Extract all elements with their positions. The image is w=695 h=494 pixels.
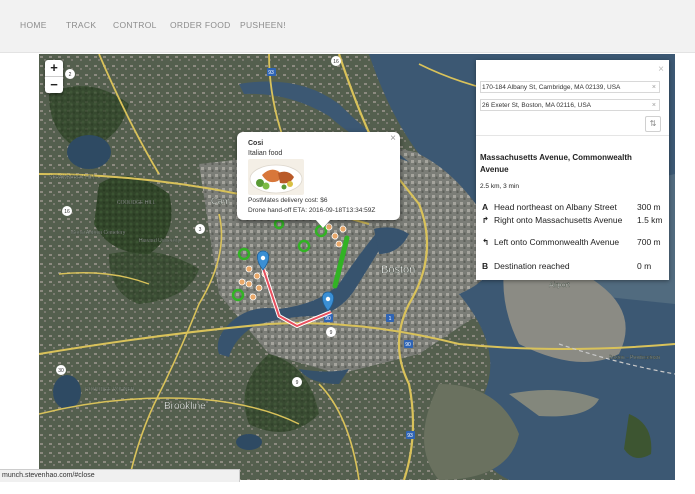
- svg-text:9: 9: [330, 330, 333, 336]
- destination-field[interactable]: 26 Exeter St, Boston, MA 02116, USA ×: [480, 99, 660, 111]
- directions-divider: [476, 135, 669, 136]
- step-text: Head northeast on Albany Street: [494, 202, 617, 212]
- step-distance: 0 m: [637, 261, 652, 271]
- status-bar-url: munch.stevenhao.com/#close: [0, 469, 240, 482]
- directions-close-icon[interactable]: ×: [658, 64, 664, 75]
- svg-text:3: 3: [199, 227, 202, 233]
- destination-value: 26 Exeter St, Boston, MA 02116, USA: [482, 102, 591, 109]
- step-distance: 700 m: [637, 237, 661, 247]
- popup-title: Cosi: [248, 140, 264, 147]
- step-end-icon: B: [482, 261, 489, 271]
- svg-text:30: 30: [58, 368, 64, 374]
- svg-text:16: 16: [64, 209, 70, 215]
- zoom-out-button[interactable]: −: [45, 76, 63, 93]
- step-text: Right onto Massachusetts Avenue: [494, 215, 623, 225]
- svg-text:93: 93: [407, 433, 413, 439]
- label-coolidge-corner: COOLIDGE CORNER: [85, 387, 135, 393]
- turn-left-icon: ↰: [482, 237, 490, 247]
- route-summary: 2.5 km, 3 min: [480, 183, 520, 190]
- drone-eta: Drone hand-off ETA: 2016-09-18T13:34:59Z: [248, 207, 376, 214]
- reverse-route-icon[interactable]: ⇅: [645, 116, 661, 132]
- label-cambridge: Cam: [211, 196, 230, 206]
- svg-text:90: 90: [405, 342, 411, 348]
- popup-subtitle: Italian food: [248, 150, 283, 157]
- nav-control[interactable]: CONTROL: [113, 20, 157, 30]
- step-distance: 1.5 km: [637, 215, 663, 225]
- svg-text:1: 1: [389, 316, 392, 322]
- label-brookline: Brookline: [164, 401, 206, 412]
- svg-text:90: 90: [325, 316, 331, 322]
- restaurant-popup: × Cosi Italian food PostMates delivery c…: [237, 132, 400, 220]
- zoom-in-button[interactable]: +: [45, 60, 63, 76]
- destination-clear-icon[interactable]: ×: [652, 100, 656, 112]
- origin-field[interactable]: 170-184 Albany St, Cambridge, MA 02139, …: [480, 81, 660, 93]
- svg-text:9: 9: [296, 380, 299, 386]
- label-provincetown: Boston – Provincetown: [609, 355, 660, 361]
- food-photo: [248, 159, 304, 195]
- svg-text:16: 16: [333, 59, 339, 65]
- route-title: Massachusetts Avenue, Commonwealth Avenu…: [480, 153, 632, 174]
- step-start-icon: A: [482, 202, 489, 212]
- nav-pusheen[interactable]: PUSHEEN!: [240, 20, 286, 30]
- label-boston: Boston: [381, 264, 415, 276]
- popup-pointer: [315, 219, 331, 228]
- delivery-cost: PostMates delivery cost: $6: [248, 197, 328, 204]
- svg-text:2: 2: [69, 72, 72, 78]
- nav-track[interactable]: TRACK: [66, 20, 96, 30]
- directions-panel: × 170-184 Albany St, Cambridge, MA 02139…: [476, 60, 669, 280]
- label-coolidge-hill: COOLIDGE HILL: [117, 200, 156, 206]
- origin-value: 170-184 Albany St, Cambridge, MA 02139, …: [482, 84, 621, 91]
- turn-right-icon: ↱: [482, 215, 490, 225]
- origin-clear-icon[interactable]: ×: [652, 82, 656, 94]
- step-text: Destination reached: [494, 261, 570, 271]
- label-airport: Airport: [549, 282, 570, 289]
- step-distance: 300 m: [637, 202, 661, 212]
- label-mount-auburn: Mount Auburn Cemetery: [71, 230, 126, 236]
- step-text: Left onto Commonwealth Avenue: [494, 237, 620, 247]
- zoom-control: + −: [45, 60, 63, 93]
- popup-close-icon[interactable]: ×: [390, 133, 396, 144]
- svg-text:93: 93: [268, 70, 274, 76]
- top-navbar: HOME TRACK CONTROL ORDER FOOD PUSHEEN!: [0, 0, 695, 53]
- nav-home[interactable]: HOME: [20, 20, 47, 30]
- nav-order-food[interactable]: ORDER FOOD: [170, 20, 231, 30]
- label-strawberry-hill: STRAWBERRY HILL: [49, 175, 96, 181]
- label-harvard: Harvard University: [139, 238, 181, 244]
